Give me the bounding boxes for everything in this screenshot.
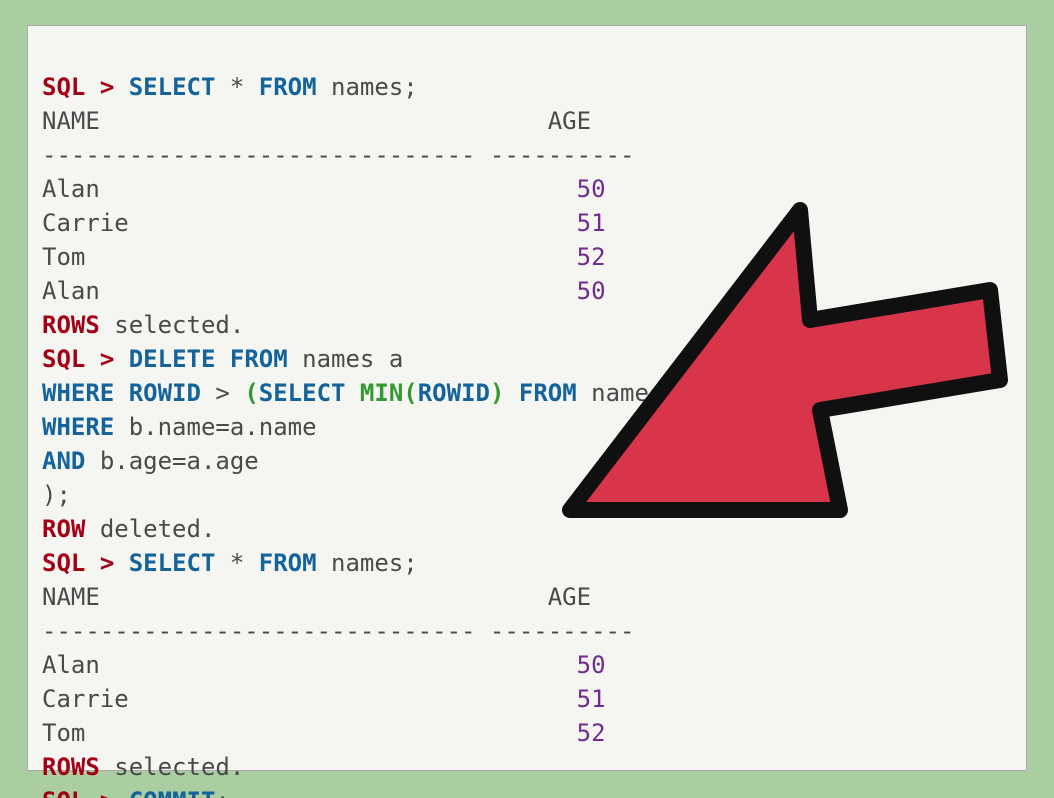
table-names: names — [331, 73, 403, 101]
selected-text: selected. — [114, 311, 244, 339]
row-age: 52 — [577, 243, 606, 271]
sql-prompt: SQL — [42, 549, 85, 577]
semicolon: ; — [403, 73, 417, 101]
row-age: 51 — [577, 209, 606, 237]
kw-delete: DELETE — [129, 345, 216, 373]
row-name: Alan — [42, 651, 100, 679]
row-name: Alan — [42, 175, 100, 203]
kw-where: WHERE — [42, 379, 114, 407]
close-paren: ) — [490, 379, 504, 407]
row-name: Carrie — [42, 209, 129, 237]
prompt-gt: > — [100, 73, 114, 101]
divider-line: ------------------------------ ---------… — [42, 141, 634, 169]
star: * — [230, 549, 244, 577]
open-paren: ( — [403, 379, 417, 407]
kw-select: SELECT — [129, 549, 216, 577]
kw-rows: ROWS — [42, 753, 100, 781]
col-age: AGE — [548, 583, 591, 611]
fn-min: MIN — [360, 379, 403, 407]
gt-operator: > — [215, 379, 229, 407]
semicolon: ; — [215, 787, 229, 798]
row-name: Tom — [42, 719, 85, 747]
kw-from: FROM — [259, 549, 317, 577]
kw-rowid: ROWID — [418, 379, 490, 407]
col-name: NAME — [42, 107, 100, 135]
row-age: 52 — [577, 719, 606, 747]
prompt-gt: > — [100, 345, 114, 373]
kw-from: FROM — [230, 345, 288, 373]
kw-rowid: ROWID — [129, 379, 201, 407]
close-stmt: ); — [42, 481, 71, 509]
row-name: Alan — [42, 277, 100, 305]
kw-commit: COMMIT — [129, 787, 216, 798]
row-name: Tom — [42, 243, 85, 271]
row-name: Carrie — [42, 685, 129, 713]
kw-select: SELECT — [129, 73, 216, 101]
row-age: 50 — [577, 277, 606, 305]
star: * — [230, 73, 244, 101]
prompt-gt: > — [100, 549, 114, 577]
sql-prompt: SQL — [42, 345, 85, 373]
table-names-b: names b — [591, 379, 692, 407]
table-names: names — [331, 549, 403, 577]
selected-text: selected. — [114, 753, 244, 781]
condition-text: b.name=a.name — [129, 413, 317, 441]
col-age: AGE — [548, 107, 591, 135]
table-names-a: names a — [302, 345, 403, 373]
prompt-gt: > — [100, 787, 114, 798]
deleted-text: deleted. — [100, 515, 216, 543]
kw-row: ROW — [42, 515, 85, 543]
condition-text: b.age=a.age — [100, 447, 259, 475]
kw-where: WHERE — [42, 413, 114, 441]
row-age: 50 — [577, 175, 606, 203]
row-age: 51 — [577, 685, 606, 713]
kw-and: AND — [42, 447, 85, 475]
kw-rows: ROWS — [42, 311, 100, 339]
col-name: NAME — [42, 583, 100, 611]
open-paren: ( — [244, 379, 258, 407]
sql-prompt: SQL — [42, 73, 85, 101]
sql-prompt: SQL — [42, 787, 85, 798]
kw-from: FROM — [259, 73, 317, 101]
semicolon: ; — [403, 549, 417, 577]
divider-line: ------------------------------ ---------… — [42, 617, 634, 645]
row-age: 50 — [577, 651, 606, 679]
kw-select: SELECT — [259, 379, 346, 407]
kw-from: FROM — [519, 379, 577, 407]
sql-terminal-output: SQL > SELECT * FROM names; NAME AGE ----… — [27, 25, 1027, 771]
